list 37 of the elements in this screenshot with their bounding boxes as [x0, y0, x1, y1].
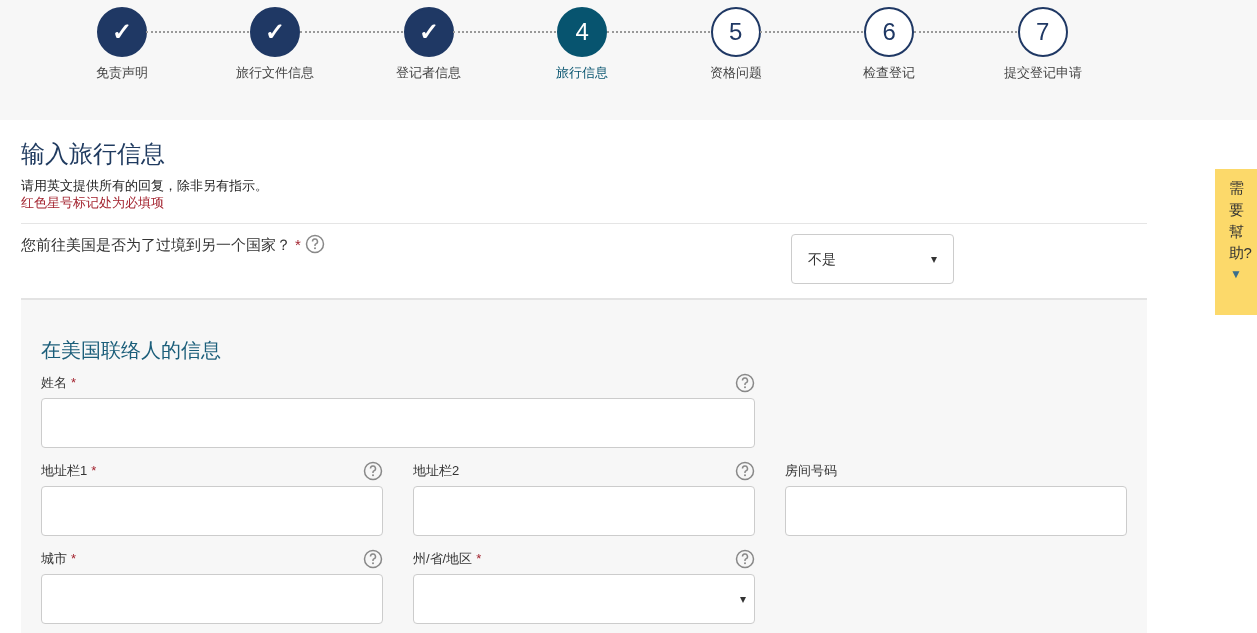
section-title: 在美国联络人的信息: [41, 338, 222, 362]
help-icon[interactable]: [363, 461, 383, 481]
select-field[interactable]: ▾: [413, 574, 755, 624]
input-field[interactable]: [41, 574, 383, 624]
required-asterisk: *: [91, 462, 97, 481]
step-label: 提交登记申请: [1003, 64, 1082, 82]
input-field[interactable]: [41, 398, 755, 448]
input-field[interactable]: [785, 486, 1127, 536]
field-label: 城市: [41, 550, 67, 569]
help-tab[interactable]: 需要幫助? ▼: [1215, 169, 1257, 315]
help-icon[interactable]: [735, 373, 755, 393]
required-asterisk: *: [71, 374, 77, 393]
required-asterisk: *: [295, 235, 301, 255]
field-label: 房间号码: [785, 462, 837, 481]
field-label: 地址栏2: [413, 462, 460, 481]
help-icon[interactable]: [363, 549, 383, 569]
instructions-text: 请用英文提供所有的回复，除非另有指示。: [21, 177, 269, 194]
required-asterisk: *: [71, 550, 77, 569]
step-label: 资格问题: [709, 64, 762, 82]
transit-select[interactable]: 不是 ▾: [791, 234, 954, 284]
step-label: 旅行信息: [556, 64, 609, 82]
step-label: 免责声明: [95, 64, 148, 82]
input-field[interactable]: [413, 486, 755, 536]
help-icon[interactable]: [304, 234, 325, 254]
step-label: 旅行文件信息: [236, 64, 315, 82]
page-title: 输入旅行信息: [21, 140, 166, 168]
help-icon[interactable]: [735, 461, 755, 481]
field-label: 姓名: [41, 374, 67, 393]
required-note: 红色星号标记处为必填项: [21, 194, 165, 211]
step-label: 检查登记: [863, 64, 916, 82]
required-asterisk: *: [476, 550, 482, 569]
input-field[interactable]: [41, 486, 383, 536]
field-label: 州/省/地区: [413, 550, 473, 569]
field-label: 地址栏1: [41, 462, 88, 481]
question-label: 您前往美国是否为了过境到另一个国家？: [21, 235, 291, 255]
help-icon[interactable]: [735, 549, 755, 569]
step-label: 登记者信息: [396, 64, 462, 82]
